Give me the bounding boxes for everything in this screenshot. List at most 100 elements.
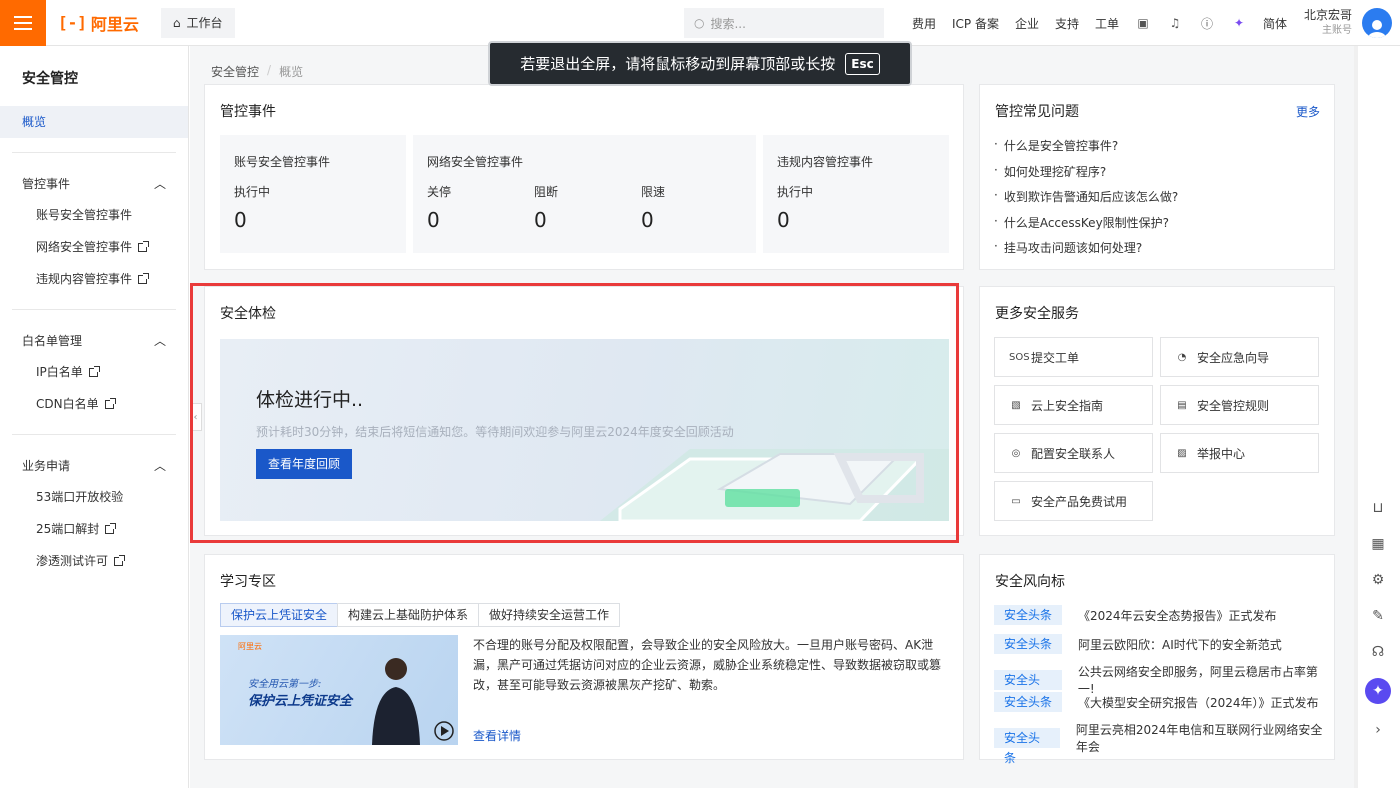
sidebar-item-network-events[interactable]: 网络安全管控事件 (0, 231, 188, 263)
help-icon[interactable]: ⓘ (1195, 11, 1219, 35)
sidebar: 安全管控 概览 管控事件 ︿ 账号安全管控事件 网络安全管控事件 违规内容管控事件… (0, 46, 189, 788)
events-title: 管控事件 (220, 104, 276, 120)
avatar[interactable] (1362, 8, 1392, 38)
tab-continuous-ops[interactable]: 做好持续安全运营工作 (478, 603, 621, 627)
ai-assistant-icon[interactable]: ✦ (1227, 11, 1251, 35)
external-link-icon (138, 240, 150, 252)
service-submit-ticket[interactable]: SOS 提交工单 (994, 337, 1153, 377)
document-icon: ▤ (1177, 399, 1187, 411)
bell-icon[interactable]: ♫ (1163, 11, 1187, 35)
chevron-right-icon[interactable]: › (1368, 720, 1388, 740)
event-count: 0 (427, 208, 440, 232)
faq-list: · 什么是安全管控事件? · 如何处理挖矿程序? · 收到欺诈告警通知后应该怎么做? … (994, 137, 1178, 265)
guide-icon: ▧ (1011, 399, 1021, 411)
learning-card: 学习专区 保护云上凭证安全 构建云上基础防护体系 做好持续安全运营工作 阿里云 … (204, 554, 964, 760)
event-count: 0 (534, 208, 547, 232)
network-events-box[interactable]: 网络安全管控事件 关停 0 阻断 0 限速 0 (413, 135, 756, 253)
account-events-box[interactable]: 账号安全管控事件 执行中 0 (220, 135, 406, 253)
sidebar-item-port53[interactable]: 53端口开放校验 (0, 481, 188, 513)
news-badge: 安全头条 (994, 692, 1063, 712)
news-item[interactable]: 安全头条 《2024年云安全态势报告》正式发布 (994, 605, 1277, 625)
news-item[interactable]: 安全头条 阿里云亮相2024年电信和互联网行业网络安全年会 (994, 721, 1334, 765)
chevron-up-icon: ︿ (153, 458, 166, 473)
home-icon: ⌂ (172, 15, 181, 30)
cart-icon[interactable]: ⊔ (1368, 498, 1388, 518)
sos-icon: SOS (1009, 351, 1030, 363)
services-card: 更多安全服务 SOS 提交工单 ◔ 安全应急向导 ▧ 云上安全指南 ▤ 安全管控规则 ◎… (979, 286, 1335, 536)
chevron-up-icon: ︿ (153, 176, 166, 191)
sidebar-item-port25[interactable]: 25端口解封 (0, 513, 188, 545)
aliyun-logo[interactable]: [-] 阿里云 (58, 11, 139, 35)
faq-item[interactable]: · 什么是安全管控事件? (994, 137, 1178, 163)
link-support[interactable]: 支持 (1047, 15, 1087, 32)
esc-key: Esc (845, 52, 880, 75)
highlight-annotation (190, 283, 959, 543)
sidebar-item-content-events[interactable]: 违规内容管控事件 (0, 263, 188, 295)
workbench-button[interactable]: ⌂ 工作台 (160, 7, 235, 38)
breadcrumb-item[interactable]: 安全管控 (211, 63, 259, 80)
news-item[interactable]: 安全头条 阿里云欧阳欣：AI时代下的安全新范式 (994, 634, 1282, 654)
right-toolbar: ⊔ ▦ ⚙ ✎ ☊ ✦ › (1356, 498, 1400, 740)
breadcrumb-separator: / (267, 63, 272, 77)
link-icp[interactable]: ICP 备案 (944, 15, 1007, 32)
tab-credential-security[interactable]: 保护云上凭证安全 (220, 603, 339, 627)
service-control-rules[interactable]: ▤ 安全管控规则 (1160, 385, 1319, 425)
external-link-icon (104, 397, 116, 409)
sidebar-item-account-events[interactable]: 账号安全管控事件 (0, 199, 188, 231)
faq-item[interactable]: · 收到欺诈告警通知后应该怎么做? (994, 188, 1178, 214)
link-fee[interactable]: 费用 (904, 15, 944, 32)
sidebar-item-overview[interactable]: 概览 (0, 106, 188, 138)
external-link-icon (138, 272, 150, 284)
video-thumbnail[interactable]: 阿里云 安全用云第一步: 保护云上凭证安全 (220, 635, 458, 745)
service-cloud-guide[interactable]: ▧ 云上安全指南 (994, 385, 1153, 425)
account-info[interactable]: 北京宏哥 主账号 (1304, 8, 1352, 38)
view-details-link[interactable]: 查看详情 (473, 727, 521, 744)
divider (12, 152, 176, 153)
sidebar-item-pentest[interactable]: 渗透测试许可 (0, 545, 188, 577)
event-count: 0 (641, 208, 654, 232)
headset-icon[interactable]: ☊ (1368, 642, 1388, 662)
divider (12, 309, 176, 310)
link-enterprise[interactable]: 企业 (1007, 15, 1047, 32)
sidebar-group-whitelist[interactable]: 白名单管理 ︿ (0, 324, 188, 356)
breadcrumb-item: 概览 (279, 65, 304, 79)
news-item[interactable]: 安全头条 《大模型安全研究报告（2024年）》正式发布 (994, 692, 1319, 712)
news-badge: 安全头条 (994, 634, 1063, 654)
ai-assistant-icon[interactable]: ✦ (1365, 678, 1391, 704)
external-link-icon (105, 522, 117, 534)
event-count: 0 (777, 208, 790, 232)
gear-icon[interactable]: ⚙ (1368, 570, 1388, 590)
faq-item[interactable]: · 什么是AccessKey限制性保护? (994, 214, 1178, 240)
learning-tabs: 保护云上凭证安全 构建云上基础防护体系 做好持续安全运营工作 (220, 603, 621, 627)
sidebar-group-business[interactable]: 业务申请 ︿ (0, 449, 188, 481)
presenter-figure (372, 658, 454, 745)
event-count: 0 (234, 208, 247, 232)
search-icon: ○ (694, 16, 705, 30)
fullscreen-toast: 若要退出全屏，请将鼠标移动到屏幕顶部或长按 Esc (488, 41, 912, 86)
service-report-center[interactable]: ▨ 举报中心 (1160, 433, 1319, 473)
sidebar-item-cdn-whitelist[interactable]: CDN白名单 (0, 388, 188, 420)
divider (12, 434, 176, 435)
content-events-box[interactable]: 违规内容管控事件 执行中 0 (763, 135, 949, 253)
faq-more-link[interactable]: 更多 (1296, 103, 1320, 120)
contact-icon: ◎ (1011, 447, 1021, 459)
faq-item[interactable]: · 挂马攻击问题该如何处理? (994, 239, 1178, 265)
menu-button[interactable] (0, 0, 46, 46)
edit-icon[interactable]: ✎ (1368, 606, 1388, 626)
news-badge: 安全头条 (994, 670, 1062, 707)
service-free-trial[interactable]: ▭ 安全产品免费试用 (994, 481, 1153, 521)
faq-item[interactable]: · 如何处理挖矿程序? (994, 163, 1178, 189)
service-emergency-guide[interactable]: ◔ 安全应急向导 (1160, 337, 1319, 377)
breadcrumb: 安全管控 / 概览 (211, 63, 303, 80)
document-icon[interactable]: ▦ (1368, 534, 1388, 554)
sidebar-item-ip-whitelist[interactable]: IP白名单 (0, 356, 188, 388)
terminal-icon[interactable]: ▣ (1131, 11, 1155, 35)
external-link-icon (88, 365, 100, 377)
service-contact[interactable]: ◎ 配置安全联系人 (994, 433, 1153, 473)
news-card: 安全风向标 安全头条 《2024年云安全态势报告》正式发布 安全头条 阿里云欧阳欣：… (979, 554, 1335, 765)
language-switch[interactable]: 简体 (1255, 15, 1295, 32)
sidebar-group-events[interactable]: 管控事件 ︿ (0, 167, 188, 199)
tab-basic-protection[interactable]: 构建云上基础防护体系 (337, 603, 480, 627)
search-input[interactable]: ○ 搜索... (684, 8, 884, 38)
link-ticket[interactable]: 工单 (1087, 15, 1127, 32)
